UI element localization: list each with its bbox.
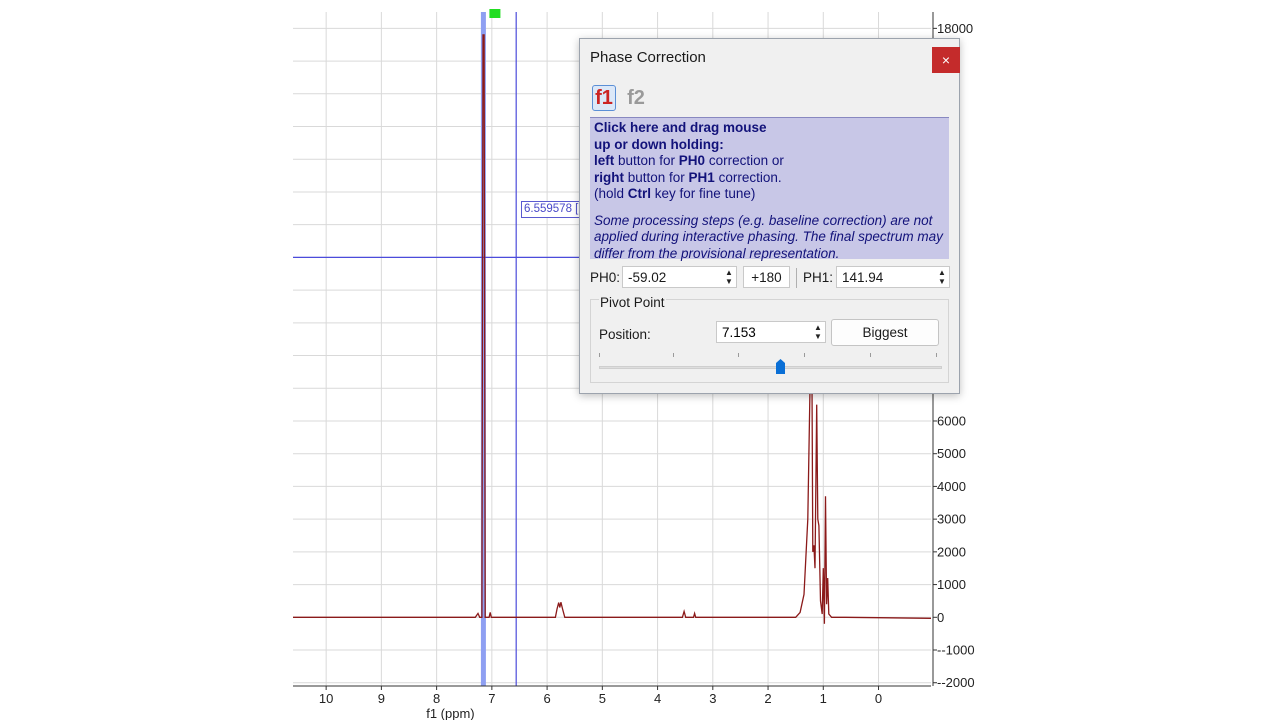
y-tick-label: --1000 [937, 643, 975, 658]
slider-tick [738, 353, 739, 357]
close-button[interactable]: × [932, 47, 960, 73]
x-tick-label: 3 [709, 691, 716, 706]
pivot-marker[interactable] [489, 9, 501, 18]
info-line-1: Click here and drag mouse [594, 120, 767, 135]
info-line-2: up or down holding: [594, 136, 724, 152]
pivot-slider[interactable] [599, 366, 942, 369]
x-tick-label: 4 [654, 691, 661, 706]
ph0-spinbox[interactable]: -59.02 ▲ ▼ [622, 266, 737, 288]
interactive-phasing-area[interactable]: Click here and drag mouse up or down hol… [590, 117, 949, 261]
phase-correction-dialog: Phase Correction × f1 f2 Click here and … [579, 38, 960, 394]
info-line-4: right button for PH1 correction. [594, 169, 782, 185]
tab-f2[interactable]: f2 [624, 85, 648, 111]
ph1-spin-arrows-icon[interactable]: ▲ ▼ [937, 268, 947, 286]
y-tick-label: 5000 [937, 446, 966, 461]
ph1-value: 141.94 [842, 270, 884, 285]
position-value: 7.153 [722, 325, 756, 340]
y-tick-label: --2000 [937, 675, 975, 690]
y-tick-label: 6000 [937, 413, 966, 428]
info-line-5: (hold Ctrl key for fine tune) [594, 186, 756, 201]
y-tick-label: 2000 [937, 544, 966, 559]
ph0-value: -59.02 [628, 270, 667, 285]
slider-tick [936, 353, 937, 357]
x-axis: 10 9 8 7 6 5 4 3 2 1 0 [293, 685, 931, 706]
tab-f1[interactable]: f1 [592, 85, 616, 111]
position-spinbox[interactable]: 7.153 ▲ ▼ [716, 321, 826, 343]
ph1-label: PH1: [803, 270, 834, 285]
ph0-spin-arrows-icon[interactable]: ▲ ▼ [724, 268, 734, 286]
x-tick-label: 5 [599, 691, 606, 706]
slider-tick [870, 353, 871, 357]
x-tick-label: 10 [319, 691, 333, 706]
info-note: Some processing steps (e.g. baseline cor… [594, 212, 943, 261]
slider-tick [599, 353, 600, 357]
x-tick-label: 1 [820, 691, 827, 706]
slider-handle-icon[interactable] [776, 359, 786, 374]
plus180-button[interactable]: +180 [743, 266, 790, 288]
x-tick-label: 8 [433, 691, 440, 706]
pivot-group-title: Pivot Point [599, 295, 666, 310]
x-tick-label: 2 [764, 691, 771, 706]
x-tick-label: 6 [543, 691, 550, 706]
slider-tick [673, 353, 674, 357]
y-tick-label: 18000 [937, 21, 973, 36]
phase-values-row: PH0: -59.02 ▲ ▼ +180 PH1: 141.94 ▲ ▼ [590, 266, 950, 290]
cursor-readout: 6.559578 [ [521, 201, 583, 218]
position-label: Position: [599, 327, 651, 342]
x-axis-label: f1 (ppm) [426, 706, 474, 720]
dialog-title: Phase Correction [590, 49, 706, 66]
info-line-3: left button for PH0 correction or [594, 153, 784, 168]
biggest-button[interactable]: Biggest [831, 319, 939, 346]
slider-tick [804, 353, 805, 357]
y-tick-label: 0 [937, 610, 944, 625]
x-tick-label: 0 [875, 691, 882, 706]
x-tick-label: 7 [488, 691, 495, 706]
x-tick-label: 9 [378, 691, 385, 706]
y-tick-label: 3000 [937, 512, 966, 527]
separator [796, 268, 797, 288]
ph0-label: PH0: [590, 270, 621, 285]
y-tick-label: 1000 [937, 577, 966, 592]
ph1-spinbox[interactable]: 141.94 ▲ ▼ [836, 266, 950, 288]
position-spin-arrows-icon[interactable]: ▲ ▼ [813, 323, 823, 341]
pivot-point-group: Pivot Point Position: 7.153 ▲ ▼ Biggest [590, 295, 949, 383]
y-tick-label: 4000 [937, 479, 966, 494]
